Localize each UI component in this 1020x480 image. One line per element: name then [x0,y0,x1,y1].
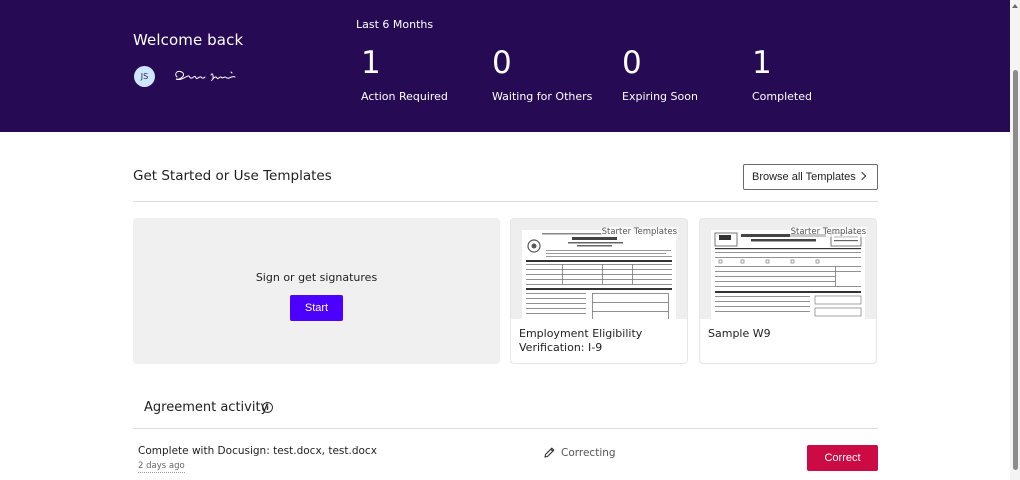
stat-value: 0 [492,45,512,81]
period-label: Last 6 Months [356,18,434,31]
browse-button-label: Browse all Templates [752,171,856,183]
correct-button[interactable]: Correct [807,445,878,471]
stat-label: Expiring Soon [622,90,698,103]
template-name: Employment Eligibility Verification: I-9 [519,327,643,354]
stat-label: Completed [752,90,812,103]
template-tag: Starter Templates [600,227,678,237]
stat-value: 1 [361,45,381,81]
start-button[interactable]: Start [290,295,343,321]
template-name: Sample W9 [708,327,771,340]
stat-expiring-soon[interactable]: 0 Expiring Soon [622,44,698,103]
signature-image [175,70,236,82]
template-thumbnail: Starter Templates [511,219,687,319]
chevron-right-icon [857,171,867,181]
agreement-activity-title: Agreement activity [144,400,269,415]
info-icon[interactable]: i [262,402,273,413]
status-label: Correcting [561,446,616,459]
scroll-up-arrow-icon[interactable] [1012,4,1018,8]
summary-banner: Welcome back JS Last 6 Months 1 Action R… [0,0,1010,132]
template-card-i9[interactable]: Starter Templates Employment Eligibility… [510,218,688,364]
home-page: Welcome back JS Last 6 Months 1 Action R… [0,0,1020,480]
stat-value: 1 [752,45,772,81]
stat-value: 0 [622,45,642,81]
stat-label: Action Required [361,90,448,103]
template-thumbnail: Starter Templates [700,219,876,319]
start-card: Sign or get signatures [133,218,500,364]
stat-action-required[interactable]: 1 Action Required [361,44,448,103]
welcome-heading: Welcome back [133,31,244,49]
stat-waiting-for-others[interactable]: 0 Waiting for Others [492,44,592,103]
agreement-time: 2 days ago [138,461,185,473]
template-card-w9[interactable]: Starter Templates Sample W9 [699,218,877,364]
scrollbar-thumb[interactable] [1013,70,1018,470]
template-tag: Starter Templates [789,227,867,237]
pencil-icon [544,447,555,458]
section-divider [133,201,878,202]
templates-section-title: Get Started or Use Templates [133,168,332,184]
stat-label: Waiting for Others [492,90,593,103]
document-preview-icon [522,230,676,319]
browse-all-templates-button[interactable]: Browse all Templates [743,164,878,190]
document-preview-icon [711,230,865,319]
activity-divider [133,428,878,429]
agreement-status: Correcting [543,446,616,459]
agreement-title[interactable]: Complete with Docusign: test.docx, test.… [138,445,377,457]
avatar[interactable]: JS [134,66,155,87]
start-card-text: Sign or get signatures [255,271,378,284]
stat-completed[interactable]: 1 Completed [752,44,812,103]
